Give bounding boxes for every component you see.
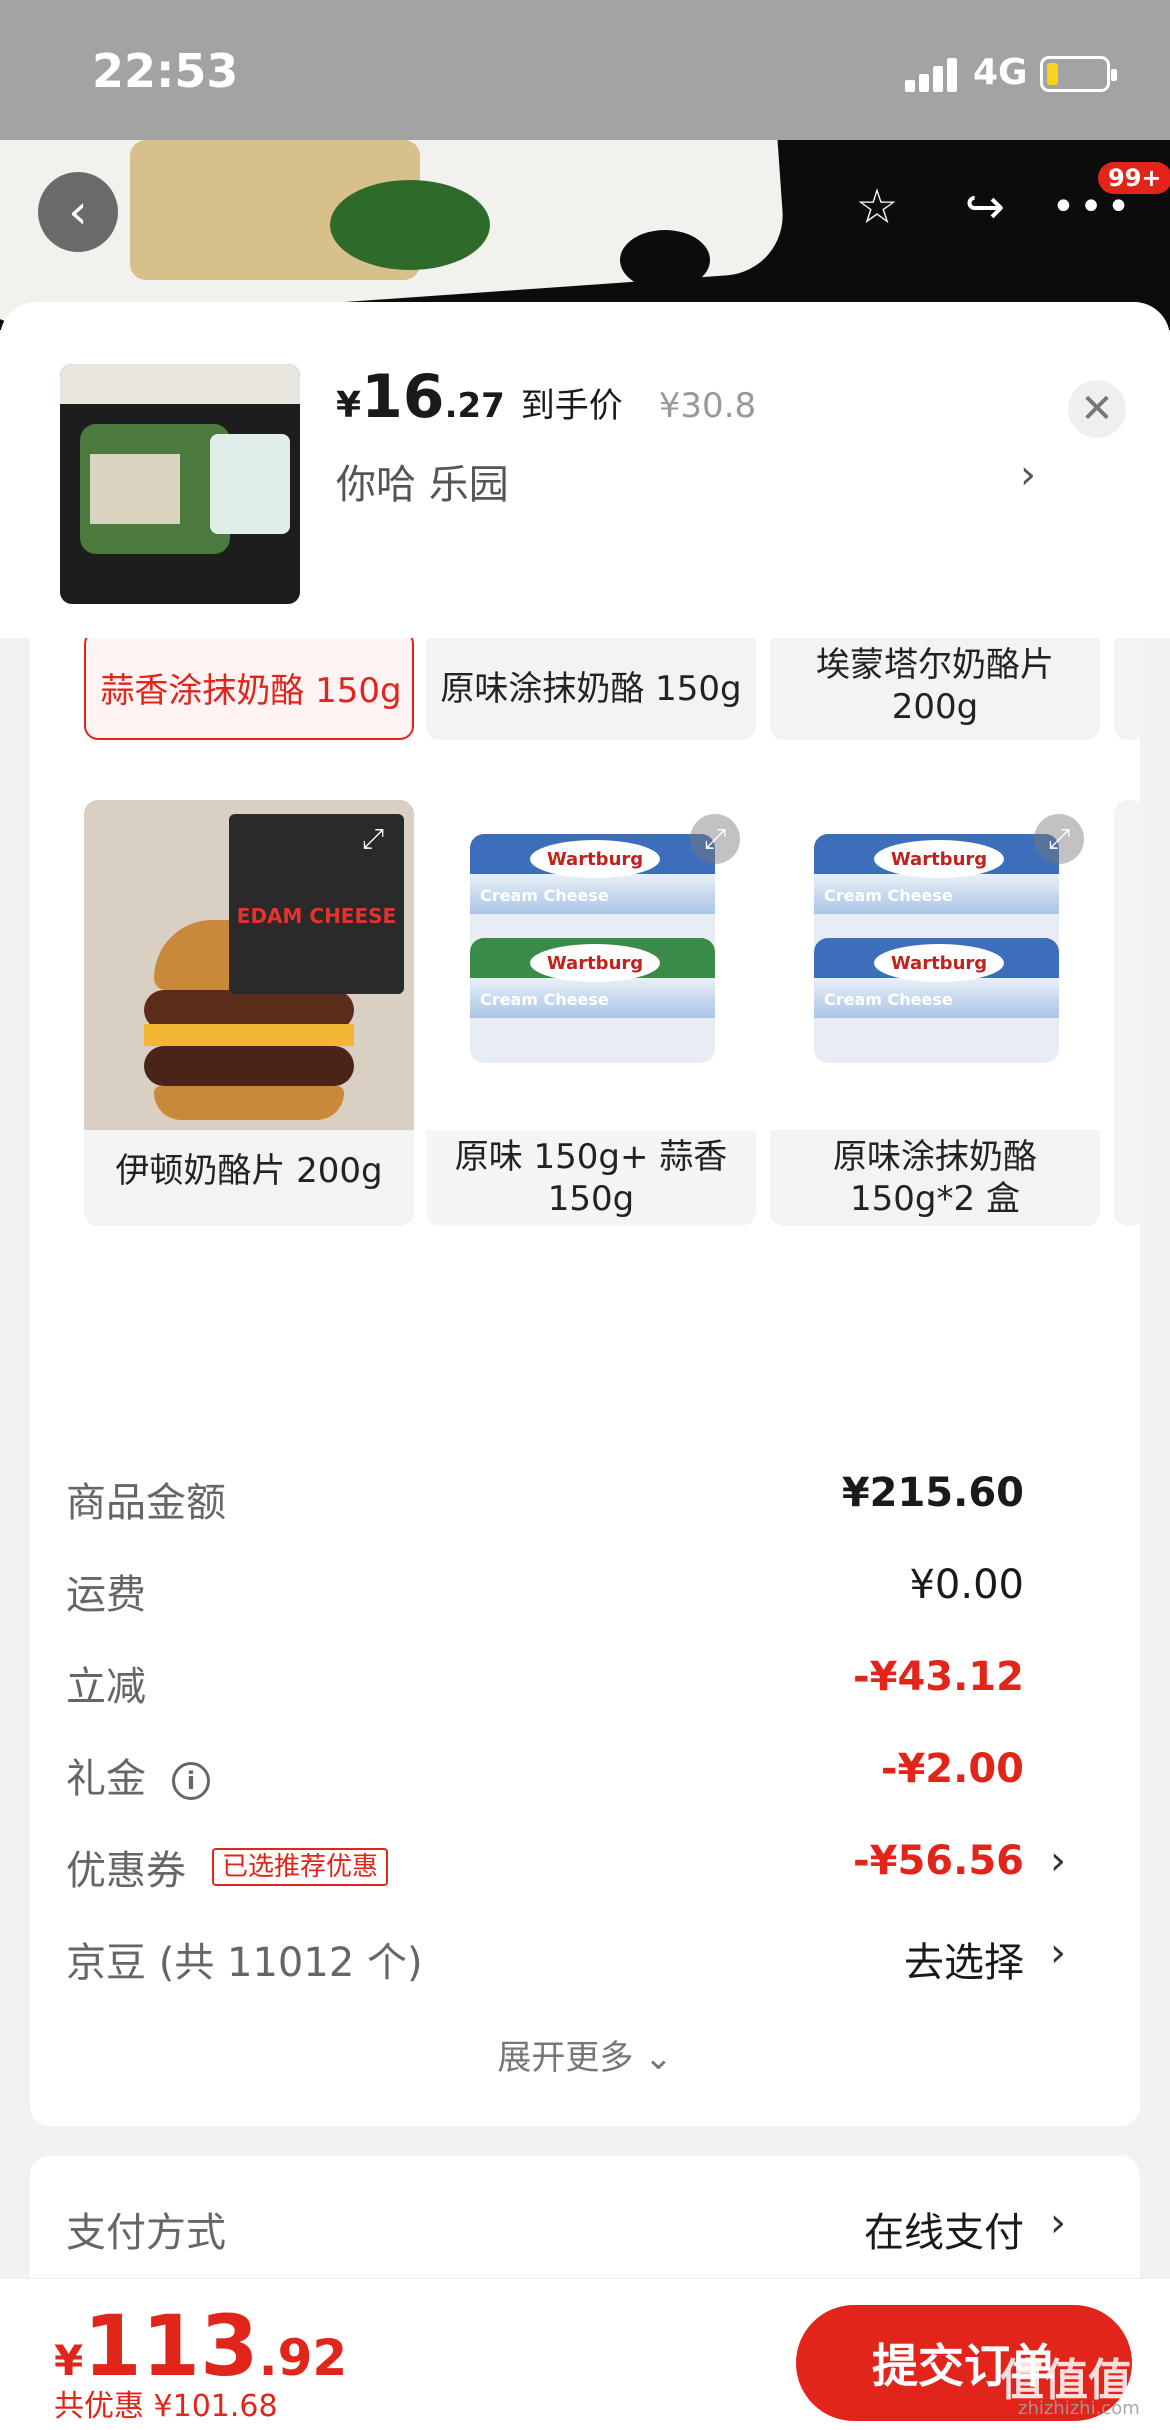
coupon-value: -¥56.56 <box>853 1838 1024 1884</box>
option-more-hidden[interactable] <box>1114 630 1144 740</box>
gift-money-label: 礼金 <box>66 1756 146 1802</box>
jd-beans-label: 京豆 (共 11012 个) <box>66 1940 423 1986</box>
coupon-tag: 已选推荐优惠 <box>212 1848 389 1886</box>
payment-method-value: 在线支付 <box>864 2210 1024 2256</box>
gift-money-row: 礼金 i -¥2.00 <box>66 1746 1106 1806</box>
expand-more-button[interactable]: 展开更多 ⌄ <box>30 2030 1140 2079</box>
jd-beans-row[interactable]: 京豆 (共 11012 个) 去选择 › <box>66 1930 1106 1990</box>
chevron-right-icon[interactable]: › <box>1050 1838 1066 1884</box>
option-garlic-spread[interactable]: 蒜香涂抹奶酪 150g <box>84 630 414 740</box>
pack-label: EDAM CHEESE <box>236 904 397 928</box>
option-label: 原味 150g+ 蒜香 150g <box>454 1137 728 1219</box>
option-label: 原味涂抹奶酪 150g*2 盒 <box>833 1137 1037 1219</box>
expand-icon[interactable]: ⤢ <box>690 814 740 864</box>
shipping-row: 运费 ¥0.00 <box>66 1562 1106 1622</box>
option-label: 埃蒙塔尔奶酪片 200g <box>816 645 1054 727</box>
total-savings: 共优惠 ¥101.68 <box>54 2389 278 2424</box>
status-bar: 22:53 4G <box>0 0 1170 140</box>
total-currency: ¥ <box>54 2336 84 2385</box>
instant-discount-value: -¥43.12 <box>853 1654 1024 1700</box>
option-original-spread[interactable]: 原味涂抹奶酪 150g <box>426 630 756 740</box>
goods-amount-row: 商品金额 ¥215.60 <box>66 1470 1106 1530</box>
coupon-label: 优惠券 <box>66 1848 186 1894</box>
option-image: Wartburg Cream Cheese Wartburg Cream Chees… <box>426 800 756 1130</box>
option-label: 蒜香涂抹奶酪 150g <box>100 671 402 711</box>
checkout-bar: ¥ 113 .92 共优惠 ¥101.68 提交订单 <box>0 2278 1170 2430</box>
option-more-hidden[interactable] <box>1114 800 1144 1226</box>
chevron-right-icon[interactable]: › <box>1050 1930 1066 1976</box>
sku-sheet: ¥ 16 .27 到手价 ¥30.8 你哈 乐园 › ✕ 蒜香涂抹奶酪 150g… <box>0 302 1170 2430</box>
instant-discount-label: 立减 <box>66 1664 146 1710</box>
option-emmental-slices[interactable]: 埃蒙塔尔奶酪片 200g <box>770 630 1100 740</box>
sku-header: ¥ 16 .27 到手价 ¥30.8 你哈 乐园 › ✕ <box>0 302 1170 638</box>
fee-summary-card: 商品金额 ¥215.60 运费 ¥0.00 立减 -¥43.12 礼金 i -¥2… <box>30 1426 1140 2126</box>
coupon-row[interactable]: 优惠券 已选推荐优惠 -¥56.56 › <box>66 1838 1106 1898</box>
favorite-star-icon[interactable]: ☆ <box>842 172 912 242</box>
product-thumbnail <box>60 364 300 604</box>
signal-icon <box>905 58 959 92</box>
expand-icon[interactable]: ⤢ <box>1034 814 1084 864</box>
price-currency: ¥ <box>336 385 362 426</box>
shipping-value: ¥0.00 <box>909 1562 1024 1608</box>
price-decimal: .27 <box>444 386 505 426</box>
price-label: 到手价 <box>520 386 623 426</box>
goods-amount-label: 商品金额 <box>66 1480 226 1526</box>
total-decimal: .92 <box>258 2329 348 2387</box>
network-type: 4G <box>973 52 1028 93</box>
option-original-two-box[interactable]: Wartburg Cream Cheese Wartburg Cream Chees… <box>770 800 1100 1226</box>
gift-money-value: -¥2.00 <box>880 1746 1024 1792</box>
option-edam-slices[interactable]: EDAM CHEESE ⤢ 伊顿奶酪片 200g <box>84 800 414 1226</box>
message-badge: 99+ <box>1098 162 1170 194</box>
price-line: ¥ 16 .27 到手价 ¥30.8 <box>336 362 756 432</box>
share-icon[interactable]: ↪ <box>950 172 1020 242</box>
gift-money-label-wrap: 礼金 i <box>66 1746 210 1804</box>
price-integer: 16 <box>361 362 445 432</box>
chevron-right-icon[interactable]: › <box>1020 452 1036 498</box>
option-image: Wartburg Cream Cheese Wartburg Cream Chees… <box>770 800 1100 1130</box>
selected-spec[interactable]: 你哈 乐园 <box>336 452 509 510</box>
option-label: 伊顿奶酪片 200g <box>115 1151 383 1191</box>
info-icon[interactable]: i <box>172 1762 210 1800</box>
payment-method-row[interactable]: 支付方式 在线支付 › <box>66 2200 1106 2260</box>
back-icon[interactable]: ‹ <box>38 172 118 252</box>
status-time: 22:53 <box>92 44 239 98</box>
option-label: 原味涂抹奶酪 150g <box>440 669 742 709</box>
option-original-plus-garlic[interactable]: Wartburg Cream Cheese Wartburg Cream Chees… <box>426 800 756 1226</box>
close-icon[interactable]: ✕ <box>1068 380 1126 438</box>
payment-method-label: 支付方式 <box>66 2210 226 2256</box>
chevron-right-icon[interactable]: › <box>1050 2200 1066 2246</box>
shipping-label: 运费 <box>66 1572 146 1618</box>
option-image: EDAM CHEESE ⤢ <box>84 800 414 1130</box>
watermark-url: zhizhizhi.com <box>1018 2398 1140 2419</box>
jd-beans-value: 去选择 <box>904 1940 1024 1986</box>
original-price: ¥30.8 <box>658 386 757 426</box>
expand-icon[interactable]: ⤢ <box>348 814 398 864</box>
instant-discount-row: 立减 -¥43.12 <box>66 1654 1106 1714</box>
goods-amount-value: ¥215.60 <box>841 1470 1024 1516</box>
top-background: 22:53 4G <box>0 0 1170 330</box>
battery-icon <box>1040 56 1117 92</box>
